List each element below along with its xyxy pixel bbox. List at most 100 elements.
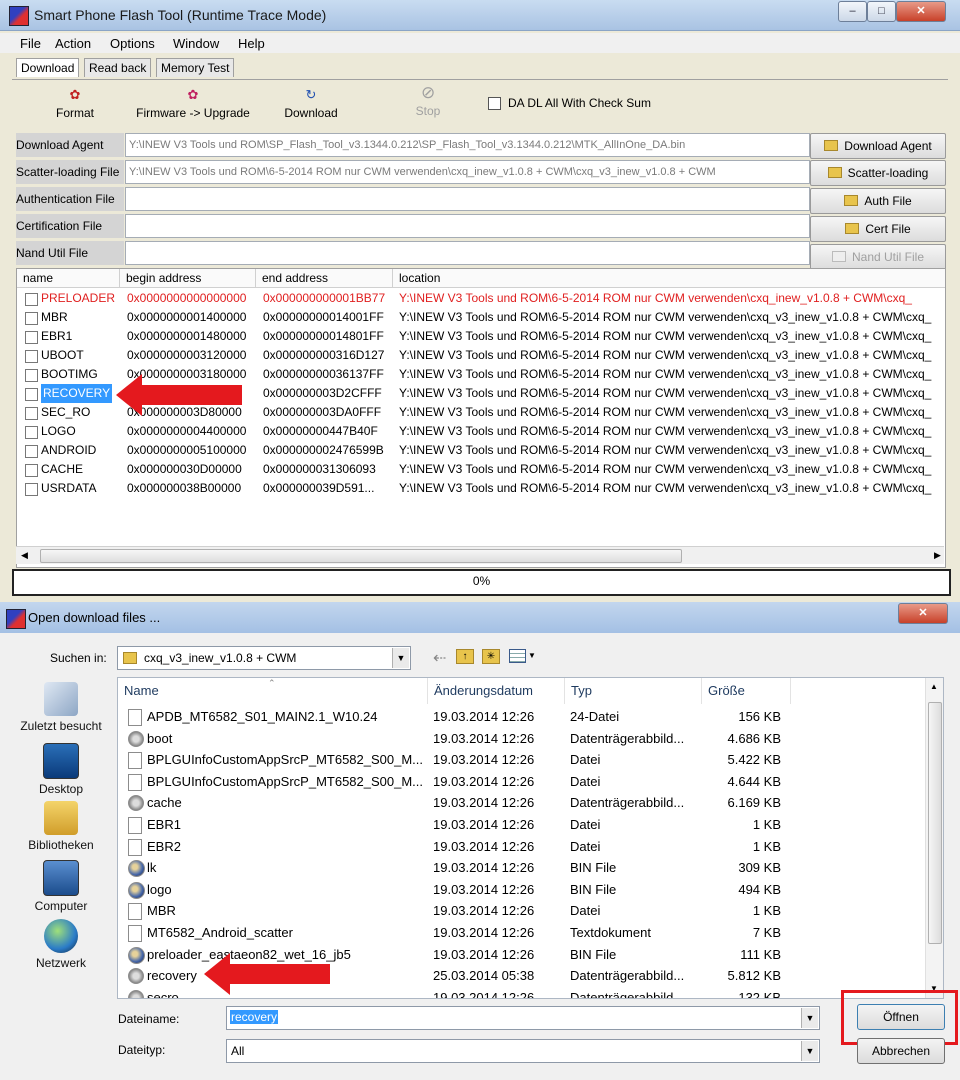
close-button[interactable]: ✕: [896, 1, 946, 22]
firmware-upgrade-button[interactable]: ✿ Firmware -> Upgrade: [133, 88, 253, 121]
column-modified-date[interactable]: Änderungsdatum: [428, 678, 565, 704]
cert-file-button[interactable]: Cert File: [810, 216, 946, 242]
file-row[interactable]: preloader_eastaeon82_wet_16_jb5 19.03.201…: [118, 944, 928, 965]
file-size: 5.812 KB: [727, 968, 782, 984]
sidebar-network-label: Netzwerk: [35, 956, 86, 970]
partition-checkbox[interactable]: [25, 445, 38, 458]
download-button[interactable]: ↻ Download: [278, 88, 344, 121]
column-location[interactable]: location: [393, 269, 945, 288]
scatter-loading-field[interactable]: Y:\INEW V3 Tools und ROM\6-5-2014 ROM nu…: [125, 160, 810, 184]
partition-row[interactable]: EBR1 0x0000000001480000 0x00000000014801FF…: [17, 327, 945, 346]
scatter-loading-button[interactable]: Scatter-loading: [810, 160, 946, 186]
partition-checkbox[interactable]: [25, 331, 38, 344]
partition-end: 0x00000000447B40F: [263, 424, 378, 438]
back-icon[interactable]: ⇠: [433, 648, 446, 668]
certification-file-field[interactable]: [125, 214, 810, 238]
scrollbar-thumb[interactable]: [928, 702, 942, 944]
look-in-combo[interactable]: cxq_v3_inew_v1.0.8 + CWM ▼: [117, 646, 411, 670]
new-folder-icon[interactable]: ✳: [482, 649, 500, 664]
sidebar-recent[interactable]: Zuletzt besucht: [14, 682, 108, 733]
partition-row[interactable]: CACHE 0x000000030D00000 0x000000031306093 Y…: [17, 460, 945, 479]
chevron-down-icon[interactable]: ▼: [392, 648, 409, 668]
open-button[interactable]: Öffnen: [857, 1004, 945, 1030]
up-folder-icon[interactable]: ↑: [456, 649, 474, 664]
partition-row[interactable]: UBOOT 0x0000000003120000 0x000000000316D12…: [17, 346, 945, 365]
file-row[interactable]: EBR1 19.03.2014 12:26 Datei 1 KB: [118, 814, 928, 835]
partition-row[interactable]: ANDROID 0x0000000005100000 0x0000000024765…: [17, 441, 945, 460]
minimize-button[interactable]: –: [838, 1, 867, 22]
stop-button[interactable]: ⊘ Stop: [405, 83, 451, 118]
scroll-right-icon[interactable]: ▶: [934, 550, 941, 561]
file-row[interactable]: logo 19.03.2014 12:26 BIN File 494 KB: [118, 879, 928, 900]
tab-download[interactable]: Download: [16, 58, 80, 77]
sidebar-network[interactable]: Netzwerk: [14, 919, 108, 970]
partition-row[interactable]: BOOTIMG 0x0000000003180000 0x0000000003613…: [17, 365, 945, 384]
file-row[interactable]: BPLGUInfoCustomAppSrcP_MT6582_S00_M... 19…: [118, 771, 928, 792]
menu-action[interactable]: Action: [55, 36, 91, 51]
file-row[interactable]: MT6582_Android_scatter 19.03.2014 12:26 Te…: [118, 922, 928, 943]
partition-checkbox[interactable]: [25, 388, 38, 401]
da-dl-checkbox[interactable]: [488, 97, 501, 110]
chevron-down-icon[interactable]: ▼: [801, 1008, 818, 1028]
file-row[interactable]: BPLGUInfoCustomAppSrcP_MT6582_S00_M... 19…: [118, 749, 928, 770]
download-agent-button[interactable]: Download Agent: [810, 133, 946, 159]
view-chevron-icon[interactable]: ▼: [528, 651, 536, 660]
menu-help[interactable]: Help: [238, 36, 265, 51]
nand-util-file-field[interactable]: [125, 241, 810, 265]
partition-row[interactable]: SEC_RO 0x000000003D80000 0x000000003DA0FFF…: [17, 403, 945, 422]
tab-read-back[interactable]: Read back: [84, 58, 152, 77]
partition-checkbox[interactable]: [25, 464, 38, 477]
sidebar-libraries[interactable]: Bibliotheken: [14, 801, 108, 852]
nand-util-file-button[interactable]: Nand Util File: [810, 244, 946, 270]
filetype-select[interactable]: All ▼: [226, 1039, 820, 1063]
partition-checkbox[interactable]: [25, 350, 38, 363]
partition-checkbox[interactable]: [25, 293, 38, 306]
partition-row[interactable]: LOGO 0x0000000004400000 0x00000000447B40F Y…: [17, 422, 945, 441]
disc-image-icon: [128, 730, 144, 747]
file-date: 19.03.2014 12:26: [433, 989, 535, 999]
partition-row[interactable]: PRELOADER 0x0000000000000000 0x00000000000…: [17, 289, 945, 308]
file-row[interactable]: cache 19.03.2014 12:26 Datenträgerabbild..…: [118, 792, 928, 813]
scrollbar-thumb[interactable]: [40, 549, 682, 563]
menu-file[interactable]: File: [20, 36, 41, 51]
column-size[interactable]: Größe: [702, 678, 791, 704]
column-name[interactable]: Name: [118, 678, 428, 704]
column-type[interactable]: Typ: [565, 678, 702, 704]
partition-checkbox[interactable]: [25, 369, 38, 382]
auth-file-button[interactable]: Auth File: [810, 188, 946, 214]
file-row[interactable]: boot 19.03.2014 12:26 Datenträgerabbild...…: [118, 728, 928, 749]
partition-row[interactable]: MBR 0x0000000001400000 0x00000000014001FF Y…: [17, 308, 945, 327]
view-menu-icon[interactable]: [509, 649, 526, 663]
file-row[interactable]: lk 19.03.2014 12:26 BIN File 309 KB: [118, 857, 928, 878]
chevron-down-icon[interactable]: ▼: [801, 1041, 818, 1061]
authentication-file-field[interactable]: [125, 187, 810, 211]
menu-window[interactable]: Window: [173, 36, 219, 51]
file-row[interactable]: secro 19.03.2014 12:26 Datenträgerabbild..…: [118, 987, 928, 999]
horizontal-scrollbar[interactable]: ◀ ▶: [16, 546, 944, 564]
partition-checkbox[interactable]: [25, 407, 38, 420]
partition-checkbox[interactable]: [25, 312, 38, 325]
vertical-scrollbar[interactable]: ▲ ▼: [925, 678, 943, 998]
partition-checkbox[interactable]: [25, 483, 38, 496]
dialog-close-button[interactable]: ✕: [898, 603, 948, 624]
scroll-left-icon[interactable]: ◀: [21, 550, 28, 561]
sidebar-computer[interactable]: Computer: [14, 860, 108, 913]
partition-row[interactable]: USRDATA 0x000000038B00000 0x000000039D591.…: [17, 479, 945, 498]
scroll-up-icon[interactable]: ▲: [930, 682, 938, 691]
column-name[interactable]: name: [17, 269, 120, 288]
format-button[interactable]: ✿ Format: [50, 88, 100, 121]
column-end-address[interactable]: end address: [256, 269, 393, 288]
maximize-button[interactable]: □: [867, 1, 896, 22]
download-agent-field[interactable]: Y:\INEW V3 Tools und ROM\SP_Flash_Tool_v…: [125, 133, 810, 157]
sidebar-desktop[interactable]: Desktop: [14, 743, 108, 796]
file-row[interactable]: APDB_MT6582_S01_MAIN2.1_W10.24 19.03.2014…: [118, 706, 928, 727]
stop-icon: ⊘: [421, 83, 436, 102]
partition-checkbox[interactable]: [25, 426, 38, 439]
column-begin-address[interactable]: begin address: [120, 269, 256, 288]
menu-options[interactable]: Options: [110, 36, 155, 51]
filename-input[interactable]: recovery ▼: [226, 1006, 820, 1030]
file-row[interactable]: MBR 19.03.2014 12:26 Datei 1 KB: [118, 900, 928, 921]
cancel-button[interactable]: Abbrechen: [857, 1038, 945, 1064]
tab-memory-test[interactable]: Memory Test: [156, 58, 235, 77]
file-row[interactable]: EBR2 19.03.2014 12:26 Datei 1 KB: [118, 836, 928, 857]
